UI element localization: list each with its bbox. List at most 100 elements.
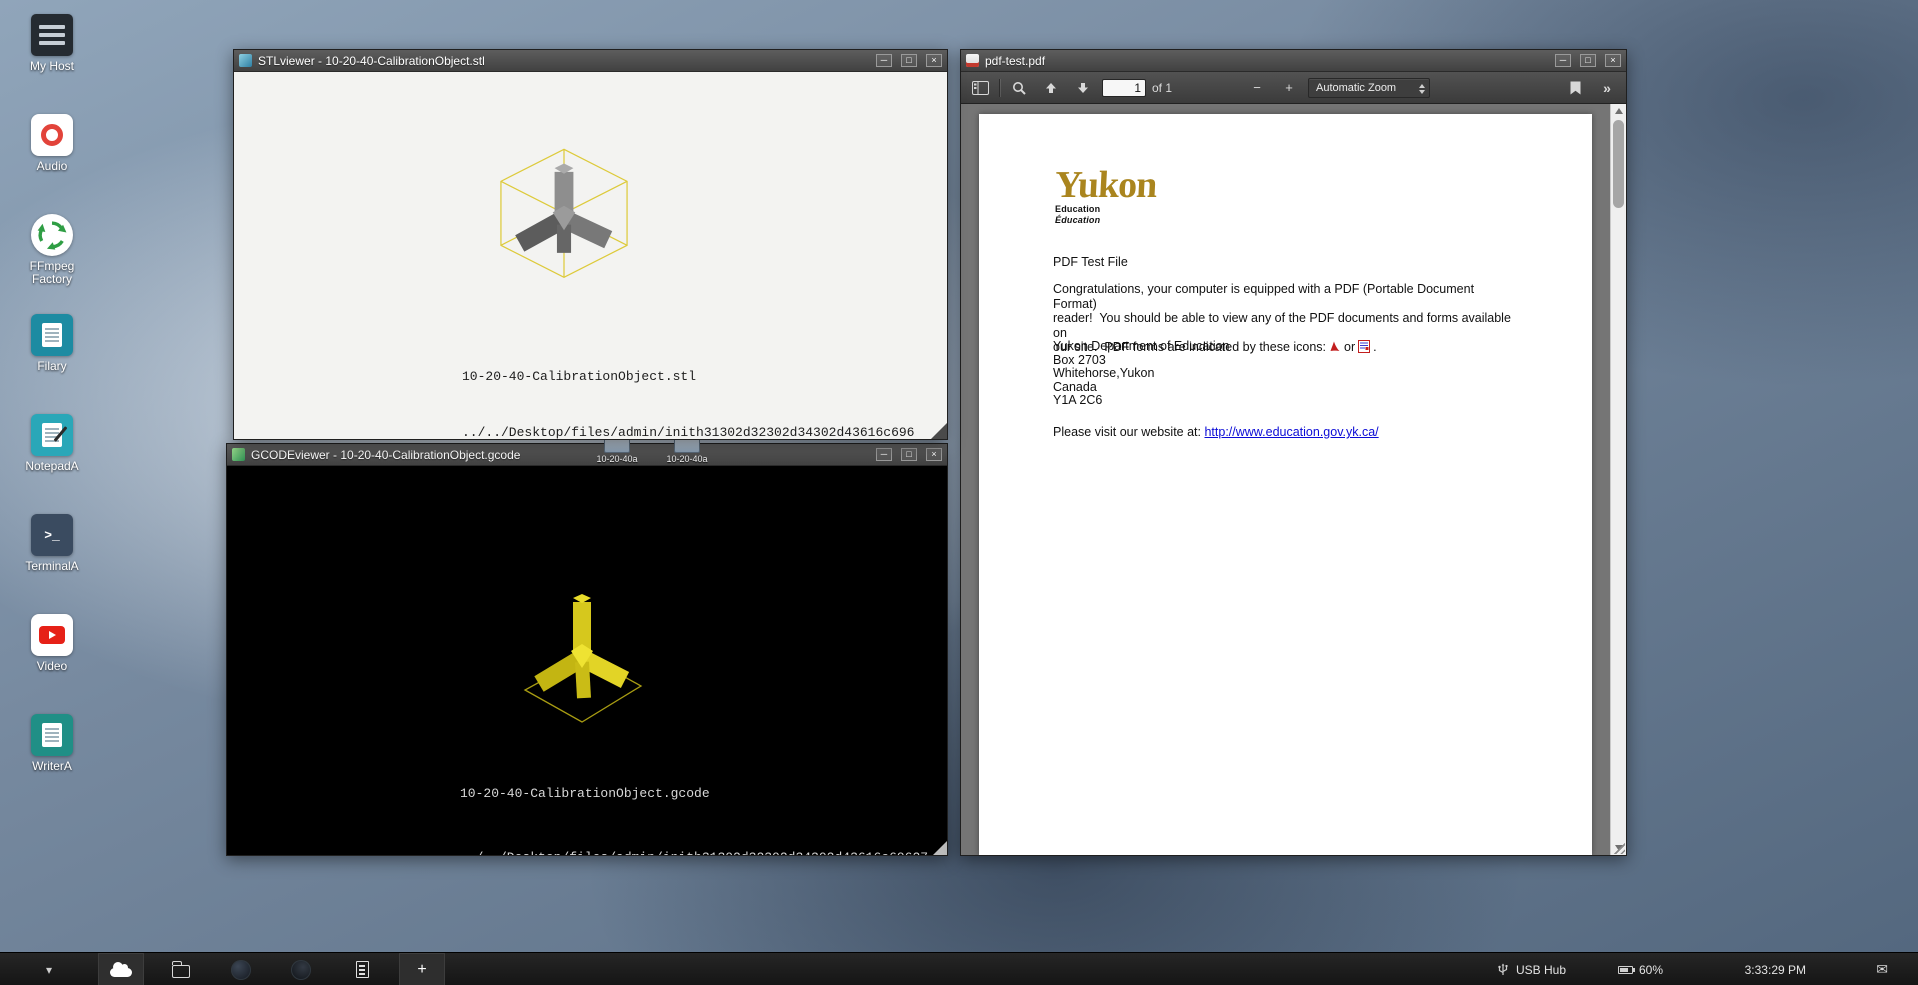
scroll-up-icon[interactable] (1615, 108, 1623, 114)
close-button[interactable]: × (1605, 54, 1621, 67)
gcode-3d-preview (507, 578, 657, 736)
app-circle-icon (231, 960, 251, 980)
desktop-icon-audio[interactable]: Audio (10, 114, 94, 214)
usb-hub-status[interactable]: USB Hub (1496, 953, 1566, 985)
stl-window-titlebar[interactable]: STLviewer - 10-20-40-CalibrationObject.s… (234, 50, 947, 72)
terminal-icon (31, 514, 73, 556)
close-button[interactable]: × (926, 54, 942, 67)
zoom-out-button[interactable]: − (1244, 76, 1270, 100)
taskbar-folder-button[interactable] (158, 953, 204, 985)
taskbar-document-button[interactable] (339, 953, 385, 985)
address-line: Canada (1053, 381, 1230, 395)
maximize-button[interactable]: □ (901, 54, 917, 67)
zoom-in-button[interactable]: + (1276, 76, 1302, 100)
desktop-icon-label: NotepadA (25, 460, 78, 473)
pdf-app-icon (966, 54, 979, 67)
battery-icon (1618, 966, 1633, 974)
desktop-icon-label: Video (37, 660, 67, 673)
yukon-logo-word: Yukon (1054, 167, 1157, 203)
address-block: Yukon Department of Education Box 2703 W… (1053, 340, 1230, 408)
bookmark-button[interactable] (1562, 76, 1588, 100)
scrollbar-thumb[interactable] (1613, 120, 1624, 208)
taskbar-menu-chevron-icon[interactable]: ▾ (34, 953, 64, 985)
stl-app-icon (239, 54, 252, 67)
pdf-form-icon (1358, 340, 1370, 353)
close-button[interactable]: × (926, 448, 942, 461)
desktop-icon-ffmpeg-factory[interactable]: FFmpeg Factory (10, 214, 94, 314)
usb-icon (1496, 963, 1510, 977)
pdf-test-heading: PDF Test File (1053, 255, 1128, 269)
pdf-window-title: pdf-test.pdf (985, 54, 1546, 68)
address-line: Yukon Department of Education (1053, 340, 1230, 354)
resize-grip[interactable] (933, 841, 947, 855)
app-circle-icon (291, 960, 311, 980)
clock[interactable]: 3:33:29 PM (1745, 953, 1806, 985)
next-page-button[interactable] (1070, 76, 1096, 100)
usb-hub-label: USB Hub (1516, 963, 1566, 977)
paragraph-period: . (1373, 340, 1376, 354)
desktop-icon-filary[interactable]: Filary (10, 314, 94, 414)
stl-filename: 10-20-40-CalibrationObject.stl (462, 369, 914, 384)
minimize-button[interactable]: ─ (1555, 54, 1571, 67)
file-fragment-label: 10-20-40a (585, 454, 649, 464)
maximize-button[interactable]: □ (901, 448, 917, 461)
gcode-viewport[interactable]: 10-20-40-CalibrationObject.gcode ../../D… (227, 466, 947, 855)
taskbar-files-button[interactable] (98, 953, 144, 985)
video-icon (31, 614, 73, 656)
taskbar-app-button-2[interactable] (278, 953, 324, 985)
gcode-app-icon (232, 448, 245, 461)
stl-info-text: 10-20-40-CalibrationObject.stl ../../Des… (462, 339, 914, 439)
desktop: My Host Audio (0, 0, 1918, 985)
desktop-icon-label: FFmpeg Factory (10, 260, 94, 286)
minimize-button[interactable]: ─ (876, 448, 892, 461)
address-line: Whitehorse,Yukon (1053, 367, 1230, 381)
vertical-scrollbar[interactable] (1610, 104, 1626, 855)
search-button[interactable] (1006, 76, 1032, 100)
previous-page-button[interactable] (1038, 76, 1064, 100)
desktop-icon-video[interactable]: Video (10, 614, 94, 714)
ffmpeg-icon (31, 214, 73, 256)
select-arrows-icon (1419, 84, 1425, 94)
acrobat-pdf-icon (1329, 340, 1341, 353)
desktop-icon-my-host[interactable]: My Host (10, 14, 94, 114)
filary-icon (31, 314, 73, 356)
desktop-icon-label: Audio (37, 160, 68, 173)
file-fragment-label: 10-20-40a (655, 454, 719, 464)
resize-grip[interactable] (931, 423, 947, 439)
zoom-level-select[interactable]: Automatic Zoom (1308, 78, 1430, 98)
page-number-input[interactable] (1102, 79, 1146, 97)
gcode-window-title: GCODEviewer - 10-20-40-CalibrationObject… (251, 448, 867, 462)
folder-icon (172, 965, 190, 978)
battery-status[interactable]: 60% (1618, 953, 1663, 985)
sidebar-toggle-button[interactable] (967, 76, 993, 100)
document-icon (356, 961, 369, 978)
toolbar-overflow-button[interactable]: » (1594, 76, 1620, 100)
gcode-info-text: 10-20-40-CalibrationObject.gcode ../../D… (460, 756, 928, 855)
desktop-icon-label: My Host (30, 60, 74, 73)
minimize-button[interactable]: ─ (876, 54, 892, 67)
stl-viewport[interactable]: 10-20-40-CalibrationObject.stl ../../Des… (234, 72, 947, 439)
desktop-icon-writera[interactable]: WriterA (10, 714, 94, 814)
page-count-label: of 1 (1152, 81, 1172, 95)
pdf-document-content: Yukon Education Éducation PDF Test File … (979, 114, 1592, 855)
my-host-icon (31, 14, 73, 56)
address-line: Box 2703 (1053, 354, 1230, 368)
pdf-page: Yukon Education Éducation PDF Test File … (979, 114, 1592, 855)
desktop-icon-terminala[interactable]: TerminalA (10, 514, 94, 614)
maximize-button[interactable]: □ (1580, 54, 1596, 67)
desktop-icon-label: WriterA (32, 760, 72, 773)
mail-icon[interactable]: ✉ (1876, 953, 1888, 985)
stl-viewer-window: STLviewer - 10-20-40-CalibrationObject.s… (233, 49, 948, 440)
pdf-viewer-area[interactable]: Yukon Education Éducation PDF Test File … (961, 104, 1626, 855)
website-label: Please visit our website at: (1053, 425, 1201, 439)
taskbar-app-button-1[interactable] (218, 953, 264, 985)
writer-icon (31, 714, 73, 756)
yukon-logo: Yukon Education Éducation (1055, 167, 1156, 225)
yukon-logo-education-fr: Éducation (1055, 215, 1156, 225)
desktop-icon-notepada[interactable]: NotepadA (10, 414, 94, 514)
website-link[interactable]: http://www.education.gov.yk.ca/ (1204, 425, 1378, 439)
address-line: Y1A 2C6 (1053, 394, 1230, 408)
pdf-window-titlebar[interactable]: pdf-test.pdf ─ □ × (961, 50, 1626, 72)
new-tab-button[interactable]: + (399, 953, 445, 985)
pdf-toolbar: of 1 − + Automatic Zoom » (961, 72, 1626, 104)
